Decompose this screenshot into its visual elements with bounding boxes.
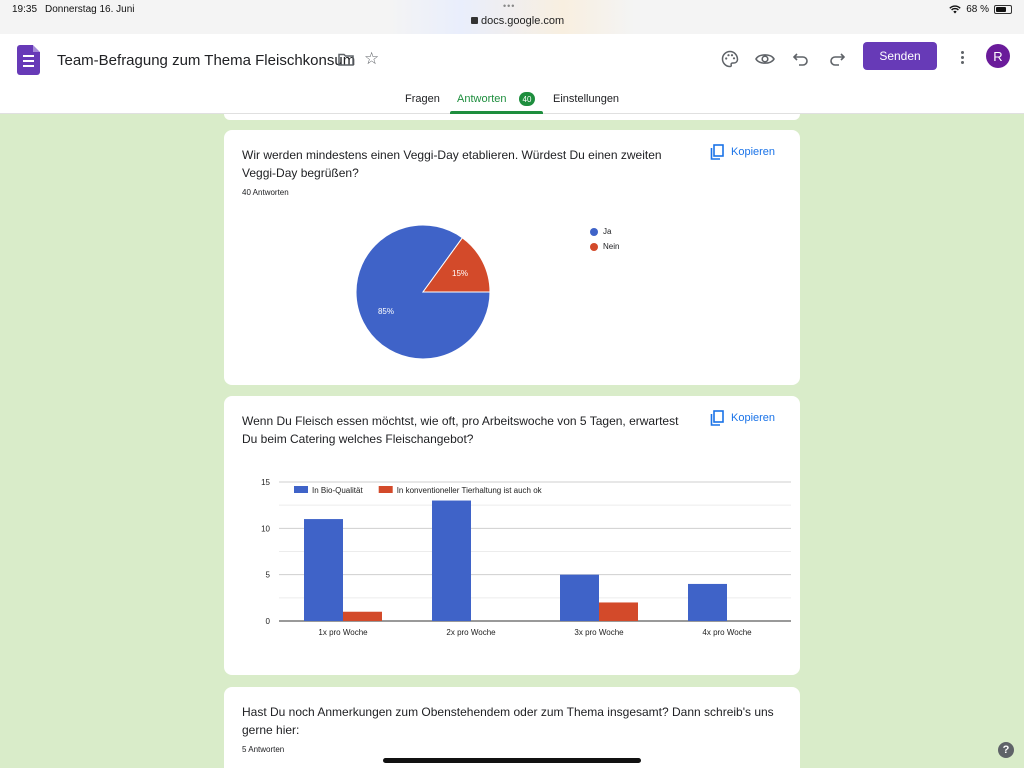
url-bar[interactable]: docs.google.com <box>471 15 564 27</box>
previous-card-edge <box>224 114 800 120</box>
legend-label-ja: Ja <box>603 227 612 236</box>
legend-swatch <box>378 486 393 493</box>
status-bar: 19:35 Donnerstag 16. Juni ••• docs.googl… <box>0 0 1024 34</box>
x-tick-label: 4x pro Woche <box>702 628 752 637</box>
x-tick-label: 3x pro Woche <box>574 628 624 637</box>
bar-chart: 0 5 10 15 1x pro Woche 2x pro Woche 3x pro Woc… <box>261 478 791 637</box>
bar-bio[interactable] <box>560 574 599 621</box>
bar-konventionell[interactable] <box>343 611 382 621</box>
status-time: 19:35 <box>12 4 38 15</box>
question-card-fleischangebot: Wenn Du Fleisch essen möchtst, wie oft, … <box>224 396 800 675</box>
multitask-dots-icon[interactable]: ••• <box>503 1 515 11</box>
y-tick-label: 10 <box>261 524 270 533</box>
pie-slice-label: 85% <box>378 307 394 316</box>
legend-label[interactable]: In konventioneller Tierhaltung ist auch … <box>397 486 543 495</box>
response-count-badge: 40 <box>519 92 535 106</box>
preview-eye-icon[interactable] <box>753 47 777 71</box>
legend-label-nein: Nein <box>603 242 620 251</box>
bar-bio[interactable] <box>304 519 343 621</box>
pie-chart: 85% 15% <box>355 224 491 360</box>
bar-konventionell[interactable] <box>599 602 638 621</box>
legend-item-nein[interactable]: Nein <box>590 239 619 254</box>
tab-fragen[interactable]: Fragen <box>405 93 440 105</box>
x-tick-label: 2x pro Woche <box>446 628 496 637</box>
legend-swatch <box>294 486 308 493</box>
url-text: docs.google.com <box>481 15 565 27</box>
lock-icon <box>471 17 478 24</box>
legend-item-ja[interactable]: Ja <box>590 224 619 239</box>
status-indicators: 68 % <box>949 4 1012 15</box>
star-icon[interactable]: ☆ <box>364 50 379 67</box>
tab-antworten[interactable]: Antworten <box>457 93 507 105</box>
y-tick-label: 5 <box>266 571 271 580</box>
pie-legend: Ja Nein <box>590 224 619 254</box>
avatar[interactable]: R <box>986 44 1010 68</box>
question-card-veggi-day: Wir werden mindestens einen Veggi-Day et… <box>224 130 800 385</box>
status-date: Donnerstag 16. Juni <box>45 4 135 15</box>
tab-bar: Fragen Antworten 40 Einstellungen <box>0 84 1024 114</box>
folder-icon[interactable] <box>338 53 354 66</box>
y-tick-label: 0 <box>266 617 271 626</box>
bar-bio[interactable] <box>432 500 471 621</box>
app-header: Team-Befragung zum Thema Fleischkonsum ☆… <box>0 34 1024 114</box>
bar-bio[interactable] <box>688 583 727 621</box>
more-options-icon[interactable] <box>955 46 969 68</box>
undo-icon[interactable] <box>789 47 813 71</box>
legend-swatch-ja <box>590 227 598 236</box>
google-forms-logo[interactable] <box>17 45 40 75</box>
palette-icon[interactable] <box>718 47 742 71</box>
help-icon[interactable]: ? <box>998 742 1014 758</box>
tab-einstellungen[interactable]: Einstellungen <box>553 93 619 105</box>
legend-swatch-nein <box>590 242 598 251</box>
home-indicator[interactable] <box>383 758 641 763</box>
pie-slice-label: 15% <box>452 269 468 278</box>
response-count: 5 Antworten <box>242 745 285 754</box>
form-title[interactable]: Team-Befragung zum Thema Fleischkonsum <box>57 52 355 69</box>
question-text: Hast Du noch Anmerkungen zum Obenstehend… <box>242 705 774 737</box>
question-card-anmerkungen: Hast Du noch Anmerkungen zum Obenstehend… <box>224 687 800 768</box>
legend-label[interactable]: In Bio-Qualität <box>312 486 363 495</box>
battery-percent: 68 % <box>966 4 989 15</box>
send-button[interactable]: Senden <box>863 42 937 70</box>
y-tick-label: 15 <box>261 478 270 487</box>
redo-icon[interactable] <box>825 47 849 71</box>
wifi-icon <box>949 5 961 14</box>
x-tick-label: 1x pro Woche <box>318 628 368 637</box>
battery-icon <box>994 5 1012 14</box>
